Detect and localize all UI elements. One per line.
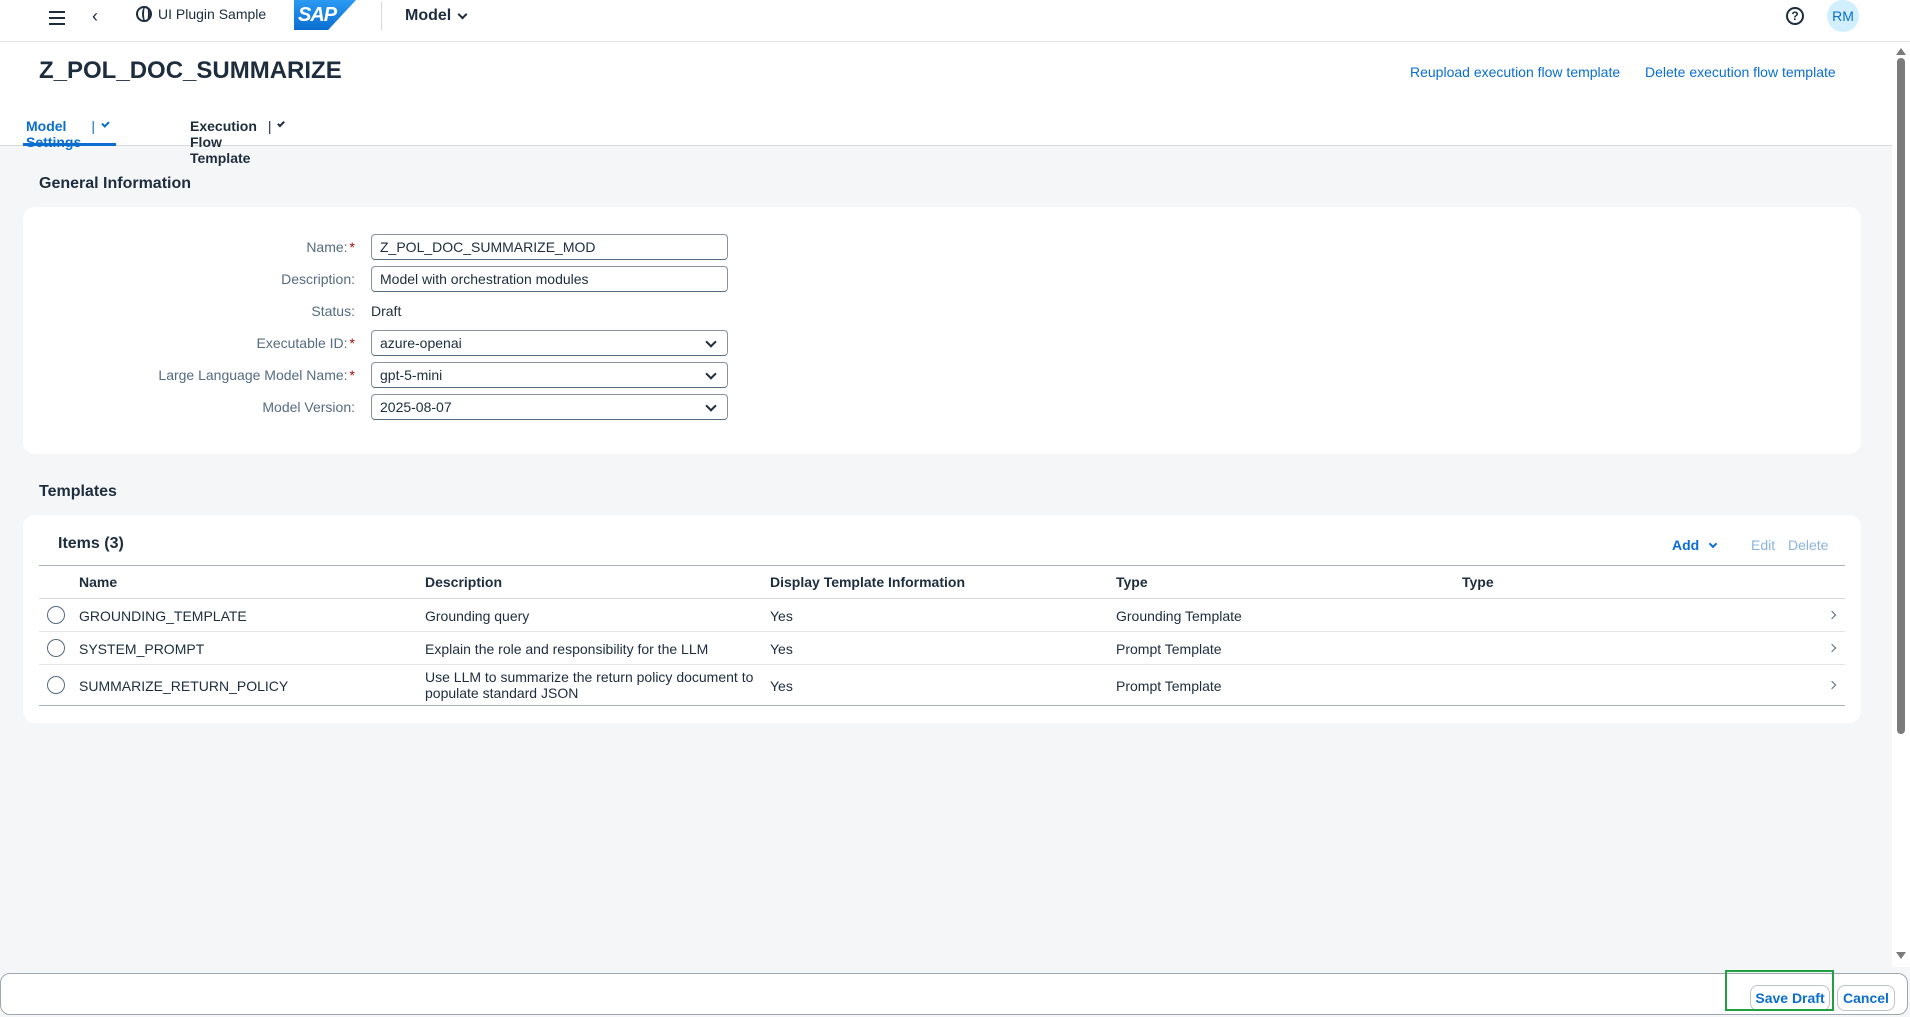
page-title: Z_POL_DOC_SUMMARIZE <box>39 57 342 84</box>
llm-name-select[interactable]: gpt-5-mini <box>371 362 728 388</box>
cell-name: SUMMARIZE_RETURN_POLICY <box>79 678 289 694</box>
model-label: Model <box>405 7 452 24</box>
edit-button[interactable]: Edit <box>1751 537 1775 553</box>
reupload-template-link[interactable]: Reupload execution flow template <box>1410 64 1620 80</box>
tab-model-settings[interactable]: Model Settings | <box>23 107 116 150</box>
delete-button[interactable]: Delete <box>1788 537 1828 553</box>
plugin-switcher[interactable]: UI Plugin Sample <box>136 6 266 22</box>
back-icon[interactable]: ‹ <box>92 6 98 27</box>
row-select-radio[interactable] <box>47 639 65 657</box>
column-header-type: Type <box>1116 574 1148 590</box>
shell-divider <box>381 2 382 30</box>
focus-highlight <box>1725 970 1834 1011</box>
scrollbar-thumb[interactable] <box>1897 58 1905 734</box>
menu-icon[interactable] <box>46 7 68 29</box>
cell-display: Yes <box>770 678 793 694</box>
status-label: Status: <box>311 303 355 319</box>
model-version-label: Model Version: <box>262 399 355 415</box>
tab-separator: | <box>91 118 95 134</box>
cell-name: SYSTEM_PROMPT <box>79 641 205 657</box>
cell-type: Prompt Template <box>1116 678 1222 694</box>
footer-toolbar: Save Draft Cancel <box>0 973 1908 1015</box>
chevron-right-icon[interactable] <box>1827 610 1837 620</box>
name-row: Name: * Z_POL_DOC_SUMMARIZE_MOD <box>23 234 743 260</box>
cell-display: Yes <box>770 641 793 657</box>
chevron-down-icon <box>277 119 286 128</box>
chevron-right-icon[interactable] <box>1827 643 1837 653</box>
table-row[interactable]: SUMMARIZE_RETURN_POLICY Use LLM to summa… <box>39 665 1845 706</box>
cell-name: GROUNDING_TEMPLATE <box>79 608 247 624</box>
column-header-type-2: Type <box>1462 574 1494 590</box>
table-row[interactable]: GROUNDING_TEMPLATE Grounding query Yes G… <box>39 599 1845 632</box>
executable-id-select[interactable]: azure-openai <box>371 330 728 356</box>
templates-card: Items (3) Add Edit Delete Name Descripti… <box>23 515 1861 723</box>
chevron-down-icon <box>101 119 110 128</box>
cancel-button[interactable]: Cancel <box>1837 985 1895 1011</box>
avatar[interactable]: RM <box>1827 0 1859 32</box>
sap-logo: SAP <box>294 0 356 30</box>
status-value: Draft <box>371 303 402 319</box>
row-select-radio[interactable] <box>47 676 65 694</box>
cell-description: Use LLM to summarize the return policy d… <box>425 669 754 701</box>
row-select-radio[interactable] <box>47 606 65 624</box>
templates-title: Templates <box>39 483 117 500</box>
shell-bar: ‹ UI Plugin Sample SAP Model ? RM <box>0 0 1910 42</box>
templates-table: Name Description Display Template Inform… <box>39 565 1845 706</box>
globe-icon <box>136 6 152 22</box>
general-information-title: General Information <box>39 175 192 192</box>
column-header-name: Name <box>79 574 118 590</box>
name-input[interactable]: Z_POL_DOC_SUMMARIZE_MOD <box>371 234 728 260</box>
delete-template-link[interactable]: Delete execution flow template <box>1645 64 1836 80</box>
items-count-title: Items (3) <box>58 535 124 552</box>
tab-label: Model Settings <box>26 118 82 150</box>
executable-id-label: Executable ID: * <box>256 335 355 351</box>
cell-display: Yes <box>770 608 793 624</box>
table-header: Name Description Display Template Inform… <box>39 566 1845 599</box>
help-icon[interactable]: ? <box>1786 7 1804 25</box>
vertical-scrollbar[interactable] <box>1892 42 1910 967</box>
scroll-down-icon[interactable] <box>1896 952 1906 959</box>
scroll-up-icon[interactable] <box>1896 48 1906 55</box>
description-input[interactable]: Model with orchestration modules <box>371 266 728 292</box>
cell-description: Grounding query <box>425 608 530 624</box>
description-row: Description: Model with orchestration mo… <box>23 266 743 292</box>
object-header: Z_POL_DOC_SUMMARIZE Reupload execution f… <box>0 42 1892 166</box>
cell-description: Explain the role and responsibility for … <box>425 641 709 657</box>
model-menu[interactable]: Model <box>405 7 468 25</box>
model-version-row: Model Version: 2025-08-07 <box>23 394 743 420</box>
name-label: Name: * <box>306 239 355 255</box>
status-row: Status: Draft <box>23 298 743 324</box>
chevron-down-icon <box>1708 539 1718 549</box>
column-header-description: Description <box>425 574 503 590</box>
cell-type: Grounding Template <box>1116 608 1242 624</box>
llm-name-row: Large Language Model Name: * gpt-5-mini <box>23 362 743 388</box>
llm-name-label: Large Language Model Name: * <box>158 367 355 383</box>
tab-execution-flow-template[interactable]: Execution Flow Template | <box>190 107 286 166</box>
description-label: Description: <box>281 271 355 287</box>
model-version-select[interactable]: 2025-08-07 <box>371 394 728 420</box>
chevron-down-icon <box>457 9 468 19</box>
table-row[interactable]: SYSTEM_PROMPT Explain the role and respo… <box>39 632 1845 665</box>
plugin-label: UI Plugin Sample <box>158 6 267 22</box>
tab-label: Execution Flow Template <box>190 118 257 166</box>
add-button[interactable]: Add <box>1672 537 1718 553</box>
executable-id-row: Executable ID: * azure-openai <box>23 330 743 356</box>
chevron-right-icon[interactable] <box>1827 680 1837 690</box>
column-header-display-template-information: Display Template Information <box>770 574 965 590</box>
general-information-card: Name: * Z_POL_DOC_SUMMARIZE_MOD Descripti… <box>23 207 1861 454</box>
tab-separator: | <box>267 118 272 134</box>
cell-type: Prompt Template <box>1116 641 1222 657</box>
add-label: Add <box>1672 537 1700 553</box>
